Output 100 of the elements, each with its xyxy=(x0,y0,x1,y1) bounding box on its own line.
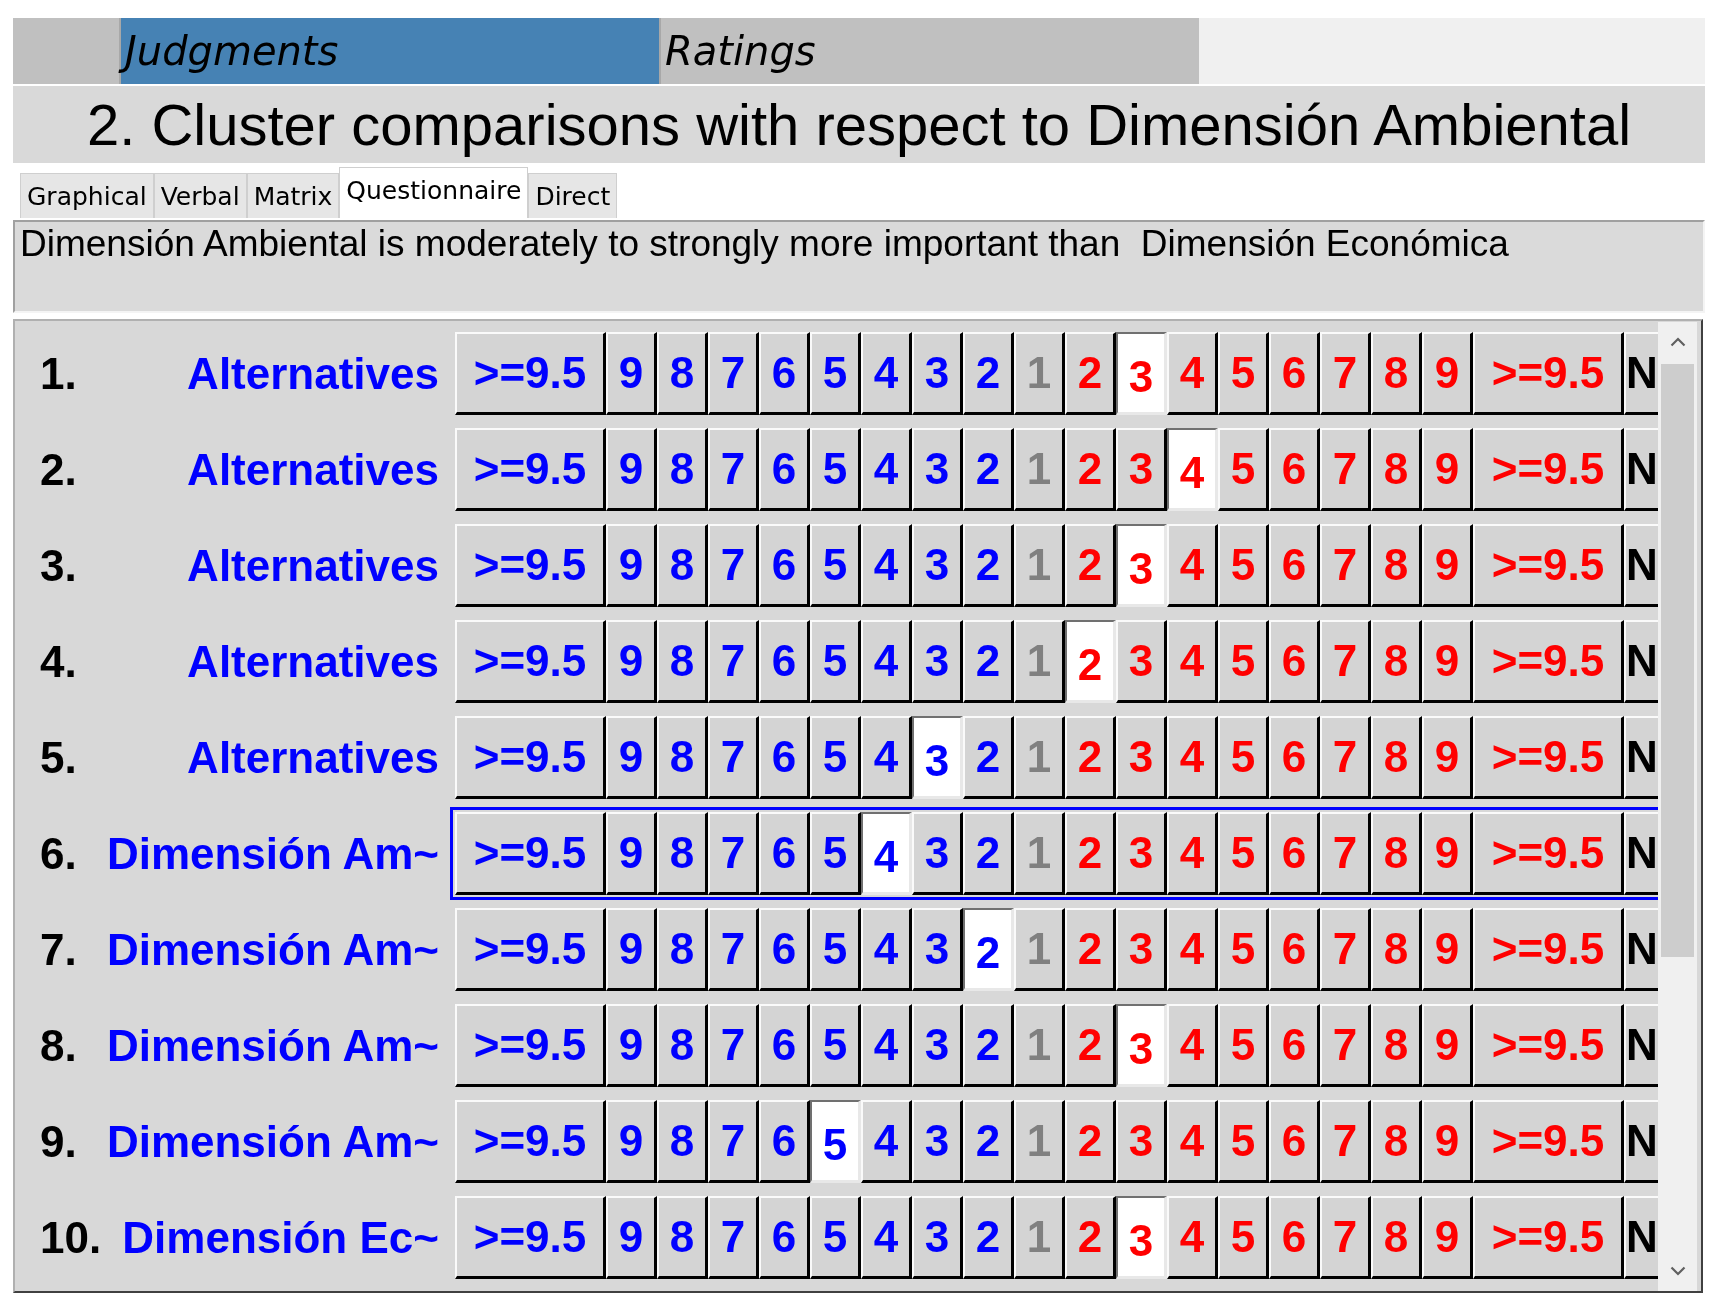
rating-button[interactable]: 2 xyxy=(963,428,1014,511)
rating-button[interactable]: 7 xyxy=(708,332,759,415)
rating-button[interactable]: 2 xyxy=(963,716,1014,799)
rating-button[interactable]: 5 xyxy=(810,1004,861,1087)
rating-button[interactable]: 5 xyxy=(810,524,861,607)
rating-button[interactable]: 4 xyxy=(1167,428,1218,511)
rating-button[interactable]: 6 xyxy=(759,620,810,703)
rating-button[interactable]: 6 xyxy=(759,1100,810,1183)
rating-button[interactable]: 5 xyxy=(810,908,861,991)
rating-button[interactable]: N xyxy=(1624,428,1658,511)
scrollbar-thumb[interactable] xyxy=(1661,364,1694,957)
rating-button[interactable]: 9 xyxy=(606,1196,657,1279)
rating-button[interactable]: 5 xyxy=(810,812,861,895)
rating-button[interactable]: 5 xyxy=(810,428,861,511)
rating-button[interactable]: 6 xyxy=(759,716,810,799)
rating-button[interactable]: N xyxy=(1624,1196,1658,1279)
rating-button[interactable]: >=9.5 xyxy=(455,332,606,415)
rating-button[interactable]: 3 xyxy=(912,716,963,799)
rating-button[interactable]: 7 xyxy=(708,428,759,511)
rating-button[interactable]: 2 xyxy=(963,620,1014,703)
view-tab[interactable]: Direct xyxy=(528,173,618,218)
rating-button[interactable]: 2 xyxy=(963,908,1014,991)
rating-button[interactable]: 8 xyxy=(657,1100,708,1183)
rating-button[interactable]: N xyxy=(1624,1100,1658,1183)
rating-button[interactable]: N xyxy=(1624,332,1658,415)
rating-button[interactable]: 6 xyxy=(759,1196,810,1279)
rating-button[interactable]: 9 xyxy=(606,524,657,607)
rating-button[interactable]: 4 xyxy=(861,716,912,799)
rating-button[interactable]: N xyxy=(1624,908,1658,991)
rating-button[interactable]: 6 xyxy=(759,428,810,511)
rating-button[interactable]: >=9.5 xyxy=(455,524,606,607)
view-tab[interactable]: Verbal xyxy=(153,173,247,218)
rating-button[interactable]: 6 xyxy=(759,908,810,991)
rating-button[interactable]: 3 xyxy=(912,620,963,703)
rating-button[interactable]: 5 xyxy=(810,716,861,799)
rating-button[interactable]: 2 xyxy=(1065,620,1116,703)
rating-button[interactable]: 8 xyxy=(657,332,708,415)
rating-button[interactable]: N xyxy=(1624,620,1658,703)
rating-button[interactable]: >=9.5 xyxy=(455,620,606,703)
rating-button[interactable]: 8 xyxy=(657,1004,708,1087)
rating-button[interactable]: >=9.5 xyxy=(455,428,606,511)
rating-button[interactable]: 8 xyxy=(657,812,708,895)
rating-button[interactable]: N xyxy=(1624,524,1658,607)
rating-button[interactable]: 7 xyxy=(708,524,759,607)
rating-button[interactable]: 3 xyxy=(912,524,963,607)
rating-button[interactable]: 9 xyxy=(606,908,657,991)
rating-button[interactable]: 3 xyxy=(1116,332,1167,415)
view-tab[interactable]: Questionnaire xyxy=(339,167,529,218)
rating-button[interactable]: 2 xyxy=(963,332,1014,415)
rating-button[interactable]: 7 xyxy=(708,1196,759,1279)
rating-button[interactable]: 9 xyxy=(606,1004,657,1087)
rating-button[interactable]: 4 xyxy=(861,428,912,511)
rating-button[interactable]: 3 xyxy=(912,908,963,991)
rating-button[interactable]: 4 xyxy=(861,1004,912,1087)
rating-button[interactable]: >=9.5 xyxy=(455,1004,606,1087)
rating-button[interactable]: 4 xyxy=(861,1196,912,1279)
rating-button[interactable]: 4 xyxy=(861,620,912,703)
rating-button[interactable]: >=9.5 xyxy=(455,1196,606,1279)
rating-button[interactable]: 6 xyxy=(759,332,810,415)
rating-button[interactable]: N xyxy=(1624,716,1658,799)
rating-button[interactable]: 4 xyxy=(861,1100,912,1183)
rating-button[interactable]: 4 xyxy=(861,332,912,415)
rating-button[interactable]: 3 xyxy=(1116,524,1167,607)
tab[interactable]: Judgments xyxy=(119,18,659,84)
rating-button[interactable]: 7 xyxy=(708,620,759,703)
rating-button[interactable]: 2 xyxy=(963,812,1014,895)
rating-button[interactable]: 4 xyxy=(861,524,912,607)
rating-button[interactable]: >=9.5 xyxy=(455,1100,606,1183)
rating-button[interactable]: >=9.5 xyxy=(455,716,606,799)
rating-button[interactable]: 3 xyxy=(1116,1196,1167,1279)
rating-button[interactable]: 9 xyxy=(606,428,657,511)
rating-button[interactable]: 3 xyxy=(912,812,963,895)
view-tab[interactable]: Matrix xyxy=(246,173,340,218)
rating-button[interactable]: 9 xyxy=(606,812,657,895)
rating-button[interactable]: 7 xyxy=(708,716,759,799)
rating-button[interactable]: 9 xyxy=(606,1100,657,1183)
rating-button[interactable]: 2 xyxy=(963,1004,1014,1087)
rating-button[interactable]: 2 xyxy=(963,524,1014,607)
rating-button[interactable]: 7 xyxy=(708,1004,759,1087)
rating-button[interactable]: 3 xyxy=(912,1196,963,1279)
rating-button[interactable]: 2 xyxy=(963,1100,1014,1183)
rating-button[interactable]: 4 xyxy=(861,908,912,991)
rating-button[interactable]: 8 xyxy=(657,1196,708,1279)
rating-button[interactable]: 5 xyxy=(810,1196,861,1279)
rating-button[interactable]: 3 xyxy=(912,1004,963,1087)
rating-button[interactable]: 5 xyxy=(810,1100,861,1183)
rating-button[interactable]: 6 xyxy=(759,1004,810,1087)
rating-button[interactable]: 8 xyxy=(657,428,708,511)
rating-button[interactable]: >=9.5 xyxy=(455,908,606,991)
rating-button[interactable]: 8 xyxy=(657,620,708,703)
rating-button[interactable]: N xyxy=(1624,812,1658,895)
rating-button[interactable]: 7 xyxy=(708,812,759,895)
rating-button[interactable]: >=9.5 xyxy=(455,812,606,895)
rating-button[interactable]: 3 xyxy=(912,428,963,511)
rating-button[interactable]: 3 xyxy=(1116,1004,1167,1087)
rating-button[interactable]: 4 xyxy=(861,812,912,895)
rating-button[interactable]: 7 xyxy=(708,1100,759,1183)
view-tab[interactable]: Graphical xyxy=(20,173,154,218)
rating-button[interactable]: 9 xyxy=(606,332,657,415)
rating-button[interactable]: 8 xyxy=(657,524,708,607)
